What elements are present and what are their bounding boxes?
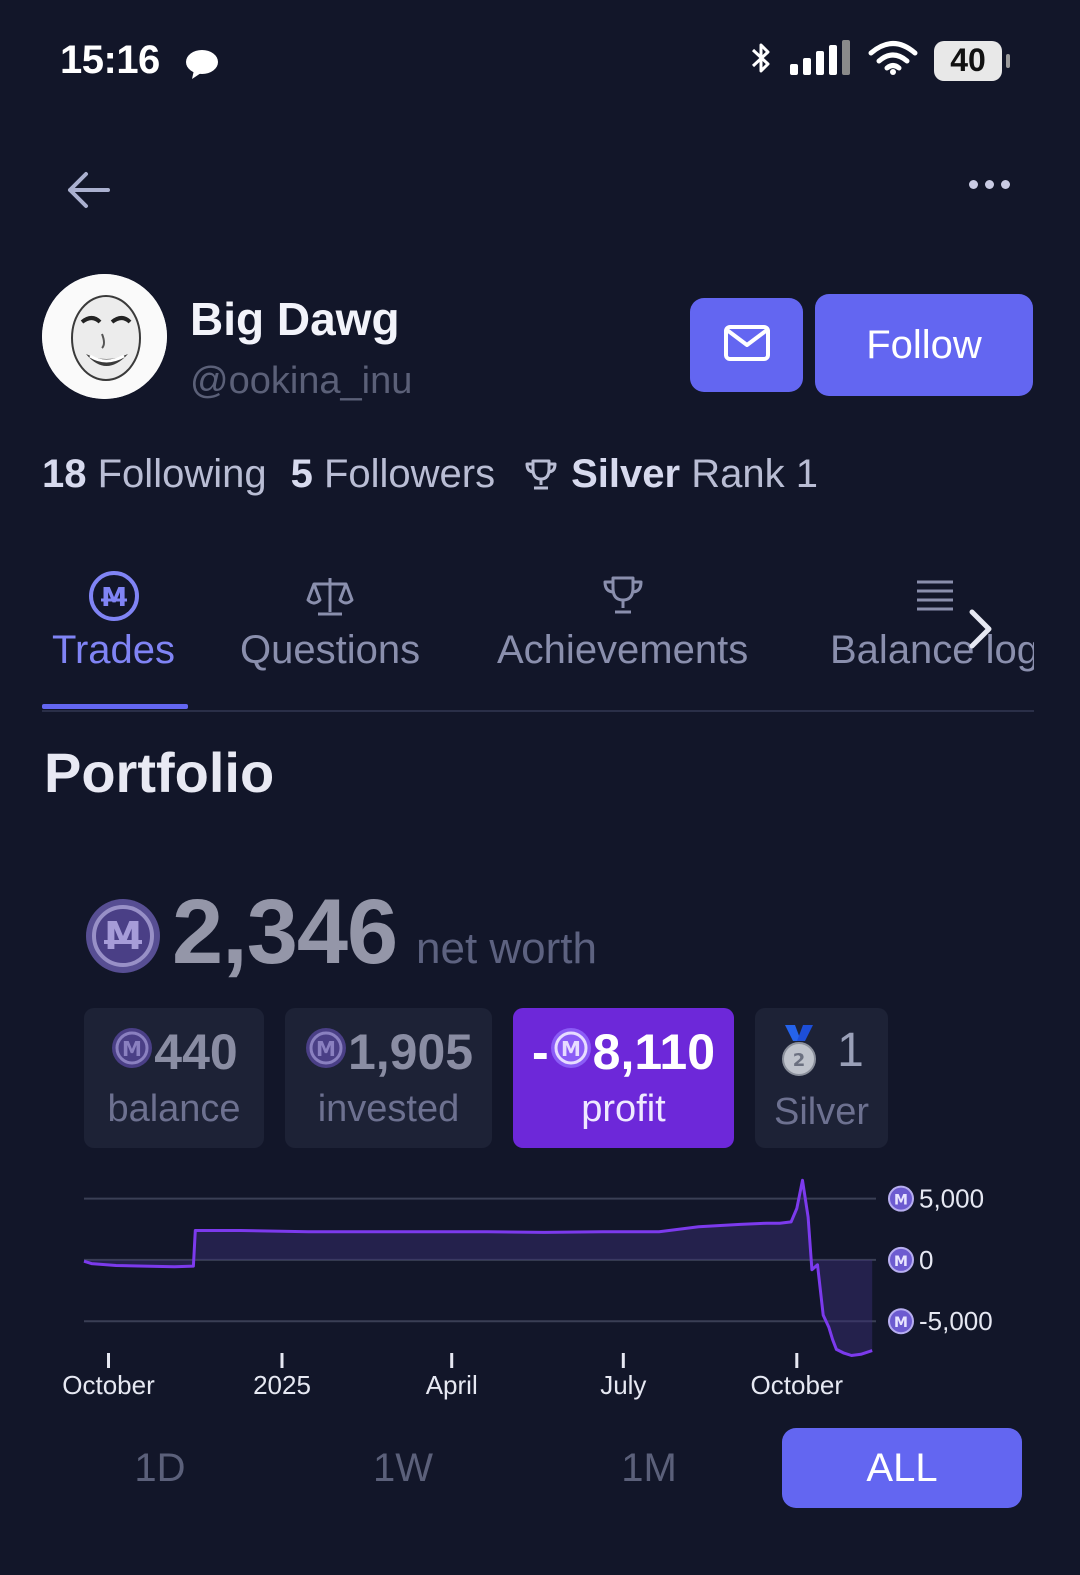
svg-text:M: M [122, 1037, 142, 1061]
period-1d-button[interactable]: 1D [100, 1428, 220, 1508]
x-tick-label: July [600, 1370, 646, 1400]
balance-value: 440 [154, 1023, 238, 1080]
chart-area [84, 1180, 873, 1356]
profit-label: profit [581, 1087, 666, 1130]
y-tick-label: -5,000 [919, 1306, 993, 1336]
back-arrow-icon[interactable] [64, 168, 112, 217]
x-tick-label: April [426, 1370, 478, 1400]
tab-label: Questions [240, 628, 421, 672]
profit-sign: - [531, 1023, 549, 1080]
trophy-icon [523, 457, 559, 493]
rank-league-label: Silver [773, 1090, 870, 1133]
league-name: Silver [571, 452, 681, 496]
username: @ookina_inu [190, 360, 413, 402]
following-stat[interactable]: 18 Following [42, 452, 267, 497]
status-indicators: 40 [748, 40, 1010, 81]
profile-tabs: M Trades Questions Achievements Balance … [42, 568, 1034, 712]
y-tick: M -5,000 [888, 1306, 993, 1336]
svg-text:M: M [894, 1193, 908, 1209]
rank-label: Rank 1 [691, 452, 818, 496]
period-all-button[interactable]: ALL [782, 1428, 1022, 1508]
followers-stat[interactable]: 5 Followers [291, 452, 496, 497]
medal-number: 2 [793, 1050, 806, 1071]
chat-bubble-icon [184, 48, 220, 87]
list-icon [915, 568, 955, 624]
invested-value: 1,905 [347, 1023, 474, 1080]
chevron-right-icon[interactable] [963, 604, 997, 659]
svg-text:M: M [104, 914, 142, 958]
y-tick-label: 5,000 [919, 1184, 984, 1214]
chart-line [83, 1178, 873, 1357]
x-tick-label: 2025 [253, 1370, 311, 1400]
wifi-icon [868, 40, 918, 81]
svg-text:M: M [894, 1315, 908, 1331]
scales-icon [306, 568, 354, 624]
portfolio-chart[interactable]: M 5,000M 0M -5,000 October 2025 April July Octo… [0, 1160, 1080, 1410]
x-tick-label: October [751, 1370, 844, 1400]
signal-icon [790, 40, 852, 81]
invested-card[interactable]: M 1,905 invested [285, 1008, 492, 1148]
league-stat[interactable]: Silver Rank 1 [571, 452, 818, 497]
tab-trades[interactable]: M Trades [52, 568, 175, 673]
league-rank-card[interactable]: 2 1 Silver [755, 1008, 888, 1148]
y-tick-label: 0 [919, 1245, 933, 1275]
mana-coin-icon: M [304, 1026, 348, 1078]
rank-number: 1 [837, 1023, 864, 1077]
tab-achievements[interactable]: Achievements [497, 568, 748, 673]
profile-stats: 18 Following 5 Followers Silver Rank 1 [42, 452, 818, 497]
battery-indicator: 40 [934, 40, 1010, 81]
x-tick-label: October [62, 1370, 155, 1400]
balance-card[interactable]: M 440 balance [84, 1008, 264, 1148]
tab-label: Balance log [830, 628, 1034, 672]
tab-questions[interactable]: Questions [240, 568, 420, 673]
silver-medal-icon: 2 [779, 1023, 819, 1079]
y-tick: M0 [888, 1245, 933, 1275]
active-tab-indicator [42, 704, 188, 709]
profit-value: 8,110 [592, 1023, 716, 1080]
svg-text:M: M [316, 1037, 336, 1061]
mana-coin-icon: M [88, 568, 140, 624]
y-tick: M 5,000 [888, 1184, 984, 1214]
mana-coin-icon: M [110, 1026, 154, 1078]
follow-button[interactable]: Follow [815, 294, 1033, 396]
following-count: 18 [42, 452, 87, 496]
mana-coin-icon: M [549, 1026, 593, 1078]
net-worth-value: 2,346 [172, 881, 398, 983]
status-time: 15:16 [60, 38, 160, 82]
invested-label: invested [317, 1087, 460, 1130]
portfolio-heading: Portfolio [44, 741, 275, 804]
net-worth-label: net worth [416, 924, 597, 973]
period-1w-button[interactable]: 1W [343, 1428, 463, 1508]
svg-text:M: M [894, 1254, 908, 1270]
following-label: Following [97, 452, 267, 496]
balance-label: balance [107, 1087, 241, 1130]
display-name: Big Dawg [190, 293, 400, 345]
followers-count: 5 [290, 452, 313, 496]
tab-balance-log[interactable]: Balance log [830, 568, 1034, 673]
svg-text:M: M [561, 1037, 581, 1061]
mana-coin-icon: M [84, 897, 162, 980]
message-button[interactable] [690, 298, 803, 392]
period-1m-button[interactable]: 1M [589, 1428, 709, 1508]
bluetooth-icon [748, 40, 774, 81]
more-options-icon[interactable] [969, 180, 1010, 189]
tab-label: Achievements [497, 628, 749, 672]
svg-text:M: M [101, 583, 127, 613]
followers-label: Followers [323, 452, 496, 496]
avatar[interactable] [42, 274, 167, 399]
tab-label: Trades [52, 628, 176, 672]
profit-card[interactable]: - M 8,110 profit [513, 1008, 734, 1148]
mail-icon [723, 323, 771, 368]
trophy-icon [599, 568, 647, 624]
